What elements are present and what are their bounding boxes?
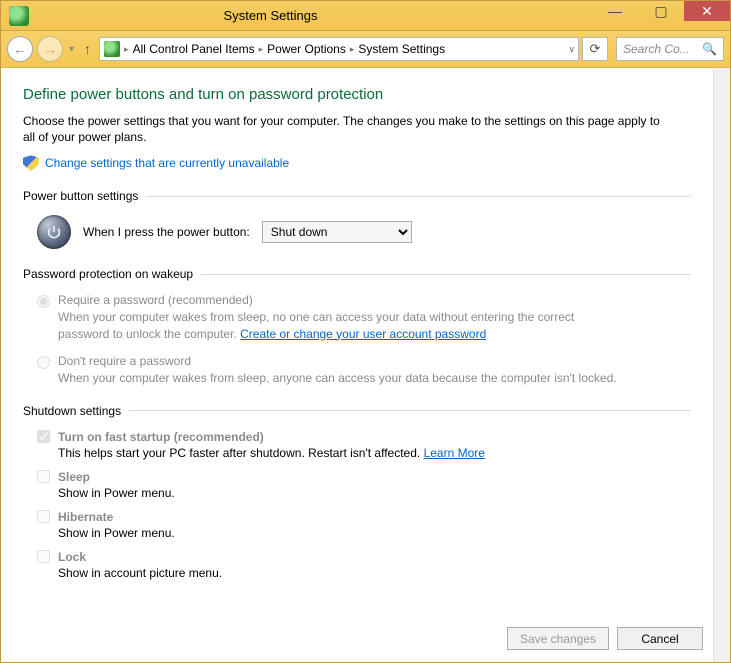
option-title: Lock — [58, 550, 222, 564]
option-description: When your computer wakes from sleep, no … — [58, 309, 618, 341]
titlebar: System Settings — ▢ ✕ — [1, 1, 730, 31]
option-description: Show in Power menu. — [58, 486, 175, 500]
create-password-link[interactable]: Create or change your user account passw… — [240, 327, 486, 341]
refresh-button[interactable]: ⟳ — [582, 37, 608, 61]
history-dropdown-icon[interactable]: ▾ — [69, 44, 74, 55]
vertical-scrollbar[interactable] — [713, 68, 730, 662]
power-button-press-label: When I press the power button: — [83, 225, 250, 239]
breadcrumb-item[interactable]: System Settings — [358, 42, 445, 56]
option-title: Turn on fast startup (recommended) — [58, 430, 485, 444]
lock-checkbox — [37, 550, 50, 563]
group-label: Shutdown settings — [23, 404, 121, 418]
change-unavailable-link[interactable]: Change settings that are currently unava… — [45, 156, 289, 170]
back-button[interactable]: ← — [7, 36, 33, 62]
breadcrumb-item[interactable]: Power Options — [267, 42, 346, 56]
power-icon — [37, 215, 71, 249]
maximize-button[interactable]: ▢ — [638, 1, 684, 21]
footer-buttons: Save changes Cancel — [507, 627, 703, 650]
option-require-password: Require a password (recommended) When yo… — [37, 293, 691, 341]
window-controls: — ▢ ✕ — [592, 1, 730, 30]
address-bar[interactable]: ▸ All Control Panel Items ▸ Power Option… — [99, 37, 579, 61]
shield-icon — [23, 155, 39, 171]
require-password-radio — [37, 295, 50, 308]
group-power-button: Power button settings When I press the p… — [23, 189, 691, 249]
group-label: Password protection on wakeup — [23, 267, 193, 281]
group-shutdown-settings: Shutdown settings Turn on fast startup (… — [23, 404, 691, 580]
option-title: Sleep — [58, 470, 175, 484]
close-button[interactable]: ✕ — [684, 1, 730, 21]
forward-button[interactable]: → — [37, 36, 63, 62]
navbar: ← → ▾ ↑ ▸ All Control Panel Items ▸ Powe… — [1, 31, 730, 68]
option-description: This helps start your PC faster after sh… — [58, 446, 485, 460]
learn-more-link[interactable]: Learn More — [424, 446, 485, 460]
window-title: System Settings — [0, 8, 592, 23]
dont-require-password-radio — [37, 356, 50, 369]
hibernate-checkbox — [37, 510, 50, 523]
search-placeholder: Search Co... — [623, 42, 690, 56]
page-heading: Define power buttons and turn on passwor… — [23, 86, 691, 103]
option-sleep: Sleep Show in Power menu. — [37, 470, 691, 500]
group-password-protection: Password protection on wakeup Require a … — [23, 267, 691, 386]
fast-startup-checkbox — [37, 430, 50, 443]
option-title: Don't require a password — [58, 354, 617, 368]
option-description: Show in Power menu. — [58, 526, 175, 540]
up-button[interactable]: ↑ — [84, 41, 91, 57]
option-title: Hibernate — [58, 510, 175, 524]
address-dropdown-icon[interactable]: v — [570, 44, 575, 54]
sleep-checkbox — [37, 470, 50, 483]
breadcrumb-sep-icon[interactable]: ▸ — [124, 44, 129, 55]
breadcrumb-sep-icon[interactable]: ▸ — [350, 44, 355, 55]
save-button: Save changes — [507, 627, 609, 650]
breadcrumb-sep-icon[interactable]: ▸ — [259, 44, 264, 55]
power-button-action-select[interactable]: Shut down — [262, 221, 412, 243]
breadcrumb-item[interactable]: All Control Panel Items — [133, 42, 255, 56]
minimize-button[interactable]: — — [592, 1, 638, 21]
option-description: Show in account picture menu. — [58, 566, 222, 580]
content-pane: Define power buttons and turn on passwor… — [1, 68, 713, 662]
group-label: Power button settings — [23, 189, 138, 203]
option-description: When your computer wakes from sleep, any… — [58, 370, 617, 386]
option-fast-startup: Turn on fast startup (recommended) This … — [37, 430, 691, 460]
page-description: Choose the power settings that you want … — [23, 113, 663, 145]
divider — [201, 274, 691, 275]
search-icon: 🔍 — [702, 42, 717, 56]
divider — [146, 196, 691, 197]
divider — [129, 410, 691, 411]
location-icon — [104, 41, 120, 57]
search-input[interactable]: Search Co... 🔍 — [616, 37, 724, 61]
option-hibernate: Hibernate Show in Power menu. — [37, 510, 691, 540]
option-lock: Lock Show in account picture menu. — [37, 550, 691, 580]
option-dont-require-password: Don't require a password When your compu… — [37, 354, 691, 386]
option-title: Require a password (recommended) — [58, 293, 618, 307]
cancel-button[interactable]: Cancel — [617, 627, 703, 650]
